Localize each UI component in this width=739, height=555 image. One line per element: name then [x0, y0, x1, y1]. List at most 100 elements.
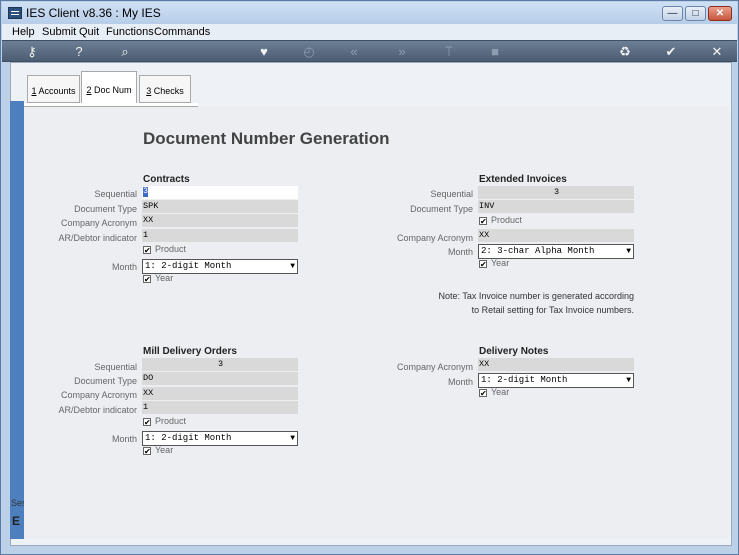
tab-accounts[interactable]: 1 Accounts — [27, 75, 80, 103]
tab-checks-label: Checks — [151, 86, 184, 96]
search-icon[interactable]: ⌕ — [115, 44, 135, 59]
ext-month-label: Month — [447, 247, 473, 257]
ext-doc-type-label: Document Type — [410, 204, 473, 214]
mill-year-label: Year — [155, 445, 174, 455]
dn-month-label: Month — [447, 377, 473, 387]
mill-month-select[interactable]: 1: 2-digit Month ▼ — [142, 431, 298, 446]
mill-ar-label: AR/Debtor indicator — [58, 405, 137, 415]
mill-acronym-field[interactable]: XX — [142, 387, 298, 400]
application-window: IES Client v8.36 : My IES — □ ✕ Help Sub… — [0, 0, 739, 555]
menu-submit[interactable]: Submit — [42, 26, 76, 38]
tab-checks[interactable]: 3 Checks — [139, 75, 191, 103]
contracts-doc-type-field[interactable]: SPK — [142, 200, 298, 213]
menu-functions[interactable]: Functions — [106, 26, 154, 38]
contracts-ar-field[interactable]: 1 — [142, 229, 298, 242]
chevron-down-icon: ▼ — [290, 262, 295, 271]
dn-acronym-field[interactable]: XX — [478, 358, 634, 371]
tax-note-line-1: Note: Tax Invoice number is generated ac… — [438, 291, 634, 301]
dn-month-select[interactable]: 1: 2-digit Month ▼ — [478, 373, 634, 388]
app-icon — [8, 7, 22, 19]
menu-bar: Help Submit Quit Functions Commands — [2, 24, 737, 40]
contracts-month-select[interactable]: 1: 2-digit Month ▼ — [142, 259, 298, 274]
window-title: IES Client v8.36 : My IES — [26, 6, 161, 20]
ext-product-label: Product — [491, 215, 523, 225]
check-icon: ✔ — [479, 259, 487, 269]
menu-quit[interactable]: Quit — [79, 26, 99, 38]
mill-doc-type-label: Document Type — [74, 376, 137, 386]
mill-month-value: 1: 2-digit Month — [145, 433, 232, 443]
mill-product-label: Product — [155, 416, 187, 426]
mill-sequential-field[interactable]: 3 — [142, 358, 298, 371]
mill-delivery-title: Mill Delivery Orders — [143, 346, 237, 357]
maximize-button[interactable]: □ — [685, 6, 706, 21]
ext-year-label: Year — [491, 258, 510, 268]
contracts-acronym-label: Company Acronym — [60, 218, 137, 228]
title-bar: IES Client v8.36 : My IES — □ ✕ — [2, 2, 737, 24]
ext-sequential-field[interactable]: 3 — [478, 186, 634, 199]
left-strip — [10, 101, 24, 539]
dn-year-label: Year — [491, 387, 510, 397]
chevron-down-icon: ▼ — [290, 434, 295, 443]
chevron-down-icon: ▼ — [626, 376, 631, 385]
tax-note-line-2: to Retail setting for Tax Invoice number… — [471, 305, 634, 315]
previous-icon[interactable]: « — [344, 44, 364, 59]
contracts-product-label: Product — [155, 244, 187, 254]
contracts-month-value: 1: 2-digit Month — [145, 261, 232, 271]
contracts-sequential-input[interactable]: 3 — [142, 186, 298, 199]
contracts-title: Contracts — [143, 174, 190, 185]
mill-ar-field[interactable]: 1 — [142, 401, 298, 414]
mill-month-label: Month — [111, 434, 137, 444]
toolbar: ⚷ ? ⌕ ♥ ◴ « » ⟙ ■ ♻ ✔ ✕ — [2, 40, 737, 62]
heart-icon[interactable]: ♥ — [254, 44, 274, 59]
mill-doc-type-field[interactable]: DO — [142, 372, 298, 385]
contracts-product-checkbox[interactable]: ✔ Product — [143, 244, 186, 254]
key-icon[interactable]: ⚷ — [18, 44, 46, 59]
check-icon: ✔ — [479, 216, 487, 226]
close-window-button[interactable]: ✕ — [708, 6, 732, 21]
contracts-sequential-value: 3 — [143, 186, 148, 197]
next-icon[interactable]: » — [392, 44, 412, 59]
ext-month-value: 2: 3-char Alpha Month — [481, 246, 595, 256]
clock-icon[interactable]: ◴ — [299, 44, 319, 59]
check-icon: ✔ — [143, 245, 151, 255]
check-icon: ✔ — [143, 274, 151, 284]
ext-acronym-field[interactable]: XX — [478, 229, 634, 242]
mill-sequential-label: Sequential — [94, 362, 137, 372]
session-icon[interactable]: E — [12, 514, 20, 528]
menu-help[interactable]: Help — [12, 26, 35, 38]
ext-sequential-label: Sequential — [430, 189, 473, 199]
tab-doc-num-label: Doc Num — [91, 85, 132, 95]
extended-invoices-title: Extended Invoices — [479, 174, 567, 185]
tab-panel — [24, 107, 729, 539]
delivery-notes-title: Delivery Notes — [479, 346, 549, 357]
ext-month-select[interactable]: 2: 3-char Alpha Month ▼ — [478, 244, 634, 259]
tab-doc-num[interactable]: 2 Doc Num — [81, 71, 137, 103]
dn-year-checkbox[interactable]: ✔ Year — [479, 387, 509, 397]
help-icon[interactable]: ? — [69, 44, 89, 59]
check-icon: ✔ — [143, 446, 151, 456]
ext-year-checkbox[interactable]: ✔ Year — [479, 258, 509, 268]
ruler-icon[interactable]: ⟙ — [439, 44, 459, 59]
minimize-button[interactable]: — — [662, 6, 683, 21]
recycle-icon[interactable]: ♻ — [615, 44, 635, 59]
contracts-sequential-label: Sequential — [94, 189, 137, 199]
square-icon[interactable]: ■ — [485, 44, 505, 59]
ok-icon[interactable]: ✔ — [661, 44, 681, 59]
check-icon: ✔ — [143, 417, 151, 427]
menu-commands[interactable]: Commands — [154, 26, 210, 38]
contracts-month-label: Month — [111, 262, 137, 272]
ext-doc-type-field[interactable]: INV — [478, 200, 634, 213]
mill-year-checkbox[interactable]: ✔ Year — [143, 445, 173, 455]
close-icon[interactable]: ✕ — [707, 44, 727, 59]
contracts-ar-label: AR/Debtor indicator — [58, 233, 137, 243]
mill-product-checkbox[interactable]: ✔ Product — [143, 416, 186, 426]
contracts-doc-type-label: Document Type — [74, 204, 137, 214]
dn-acronym-label: Company Acronym — [396, 362, 473, 372]
ext-product-checkbox[interactable]: ✔ Product — [479, 215, 522, 225]
mill-acronym-label: Company Acronym — [60, 390, 137, 400]
page-title: Document Number Generation — [143, 129, 390, 148]
contracts-year-checkbox[interactable]: ✔ Year — [143, 273, 173, 283]
dn-month-value: 1: 2-digit Month — [481, 375, 568, 385]
contracts-acronym-field[interactable]: XX — [142, 214, 298, 227]
check-icon: ✔ — [479, 388, 487, 398]
